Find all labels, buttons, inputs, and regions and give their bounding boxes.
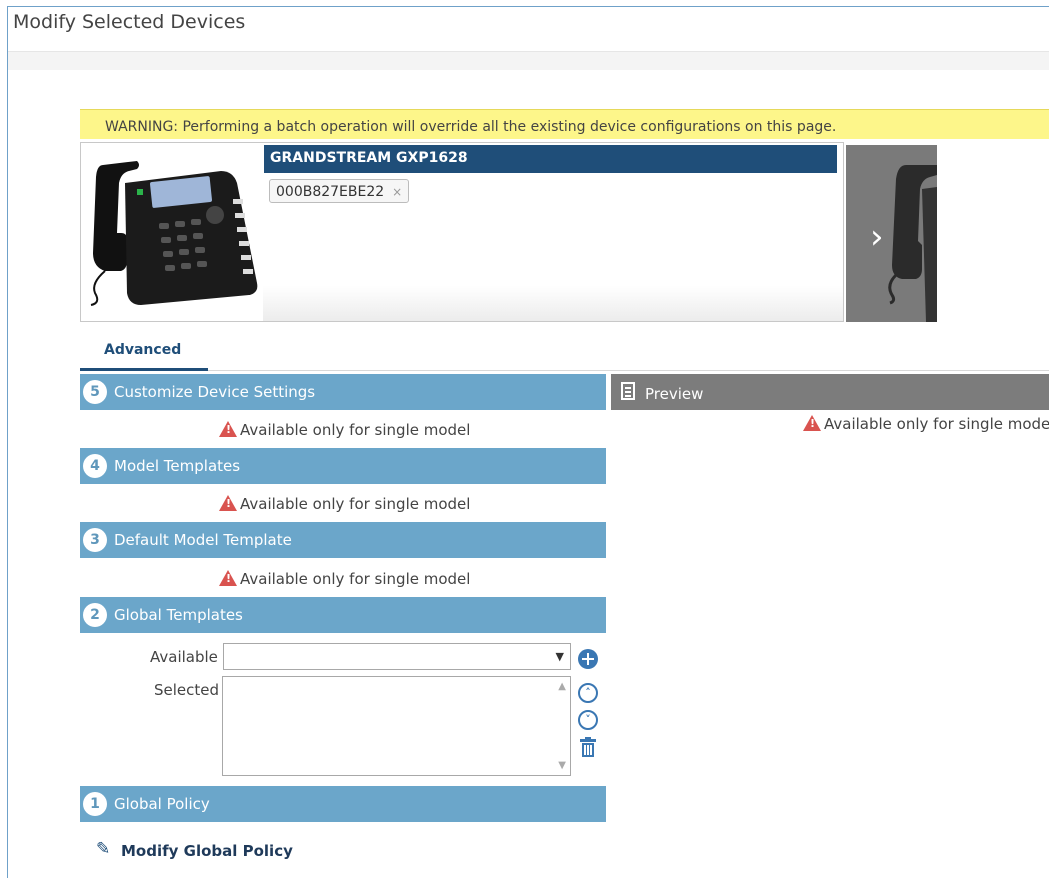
step-number-1: 1 [83, 792, 107, 816]
scroll-down-icon[interactable]: ▼ [558, 760, 566, 771]
section-title: Global Policy [114, 795, 210, 813]
page-title: Modify Selected Devices [13, 11, 246, 33]
scroll-up-icon[interactable]: ▲ [558, 681, 566, 692]
section-title: Default Model Template [114, 531, 292, 549]
warning-text: WARNING: Performing a batch operation wi… [105, 119, 837, 135]
notice-text: Available only for single model [240, 570, 471, 588]
title-bar: Modify Selected Devices [8, 7, 1049, 52]
single-model-notice: Available only for single model [219, 495, 470, 513]
section-title: Global Templates [114, 606, 243, 624]
step-number-2: 2 [83, 603, 107, 627]
chevron-up-circle-icon[interactable]: ˄ [578, 683, 598, 703]
single-model-notice: Available only for single model [219, 421, 470, 439]
mac-address: 000B827EBE22 [276, 184, 385, 200]
tab-advanced-label: Advanced [104, 342, 182, 358]
chevron-down-icon: ▼ [555, 650, 564, 663]
document-icon [621, 382, 635, 400]
header-band [8, 52, 1049, 70]
pencil-icon: ✎ [96, 839, 111, 859]
trash-icon[interactable] [578, 737, 598, 758]
remove-mac-icon[interactable]: × [392, 185, 402, 199]
step-number-3: 3 [83, 528, 107, 552]
mac-address-chip[interactable]: 000B827EBE22 × [269, 179, 410, 203]
next-phone-image [888, 165, 937, 322]
section-customize-device-settings[interactable]: 5 Customize Device Settings [80, 374, 606, 410]
section-global-templates[interactable]: 2 Global Templates [80, 597, 606, 633]
phone-icon [90, 161, 258, 306]
preview-panel-header[interactable]: Preview [611, 374, 1049, 410]
section-title: Customize Device Settings [114, 383, 316, 401]
plus-circle-icon[interactable] [578, 649, 598, 669]
next-device-carousel[interactable]: › [846, 145, 937, 322]
single-model-notice: Available only for single model [219, 570, 470, 588]
preview-notice: Available only for single mode [803, 415, 1049, 433]
step-number-5: 5 [83, 380, 107, 404]
tab-advanced[interactable]: Advanced [80, 338, 208, 370]
available-templates-select[interactable]: ▼ [223, 643, 571, 670]
tab-active-indicator [80, 368, 208, 371]
warning-triangle-icon [219, 421, 237, 437]
device-card: GRANDSTREAM GXP1628 000B827EBE22 × [80, 142, 844, 322]
section-global-policy[interactable]: 1 Global Policy [80, 786, 606, 822]
warning-triangle-icon [803, 415, 821, 431]
section-title: Model Templates [114, 457, 241, 475]
notice-text: Available only for single mode [824, 415, 1049, 433]
device-info-panel: GRANDSTREAM GXP1628 000B827EBE22 × [263, 143, 843, 321]
warning-triangle-icon [219, 495, 237, 511]
notice-text: Available only for single model [240, 421, 471, 439]
warning-triangle-icon [219, 570, 237, 586]
tab-divider [80, 370, 1049, 371]
notice-text: Available only for single model [240, 495, 471, 513]
device-model-name: GRANDSTREAM GXP1628 [270, 150, 468, 166]
preview-title: Preview [645, 385, 704, 403]
chevron-down-circle-icon[interactable]: ˅ [578, 710, 598, 730]
section-default-model-template[interactable]: 3 Default Model Template [80, 522, 606, 558]
warning-banner: WARNING: Performing a batch operation wi… [80, 109, 1049, 139]
device-model-bar: GRANDSTREAM GXP1628 [264, 145, 837, 173]
step-number-4: 4 [83, 454, 107, 478]
section-model-templates[interactable]: 4 Model Templates [80, 448, 606, 484]
device-phone-image [81, 143, 263, 321]
selected-templates-list[interactable]: ▲ ▼ [222, 676, 571, 776]
selected-label: Selected [154, 681, 220, 699]
chevron-right-icon[interactable]: › [870, 217, 884, 257]
available-label: Available [150, 648, 218, 666]
modify-global-policy-label: Modify Global Policy [121, 842, 293, 860]
